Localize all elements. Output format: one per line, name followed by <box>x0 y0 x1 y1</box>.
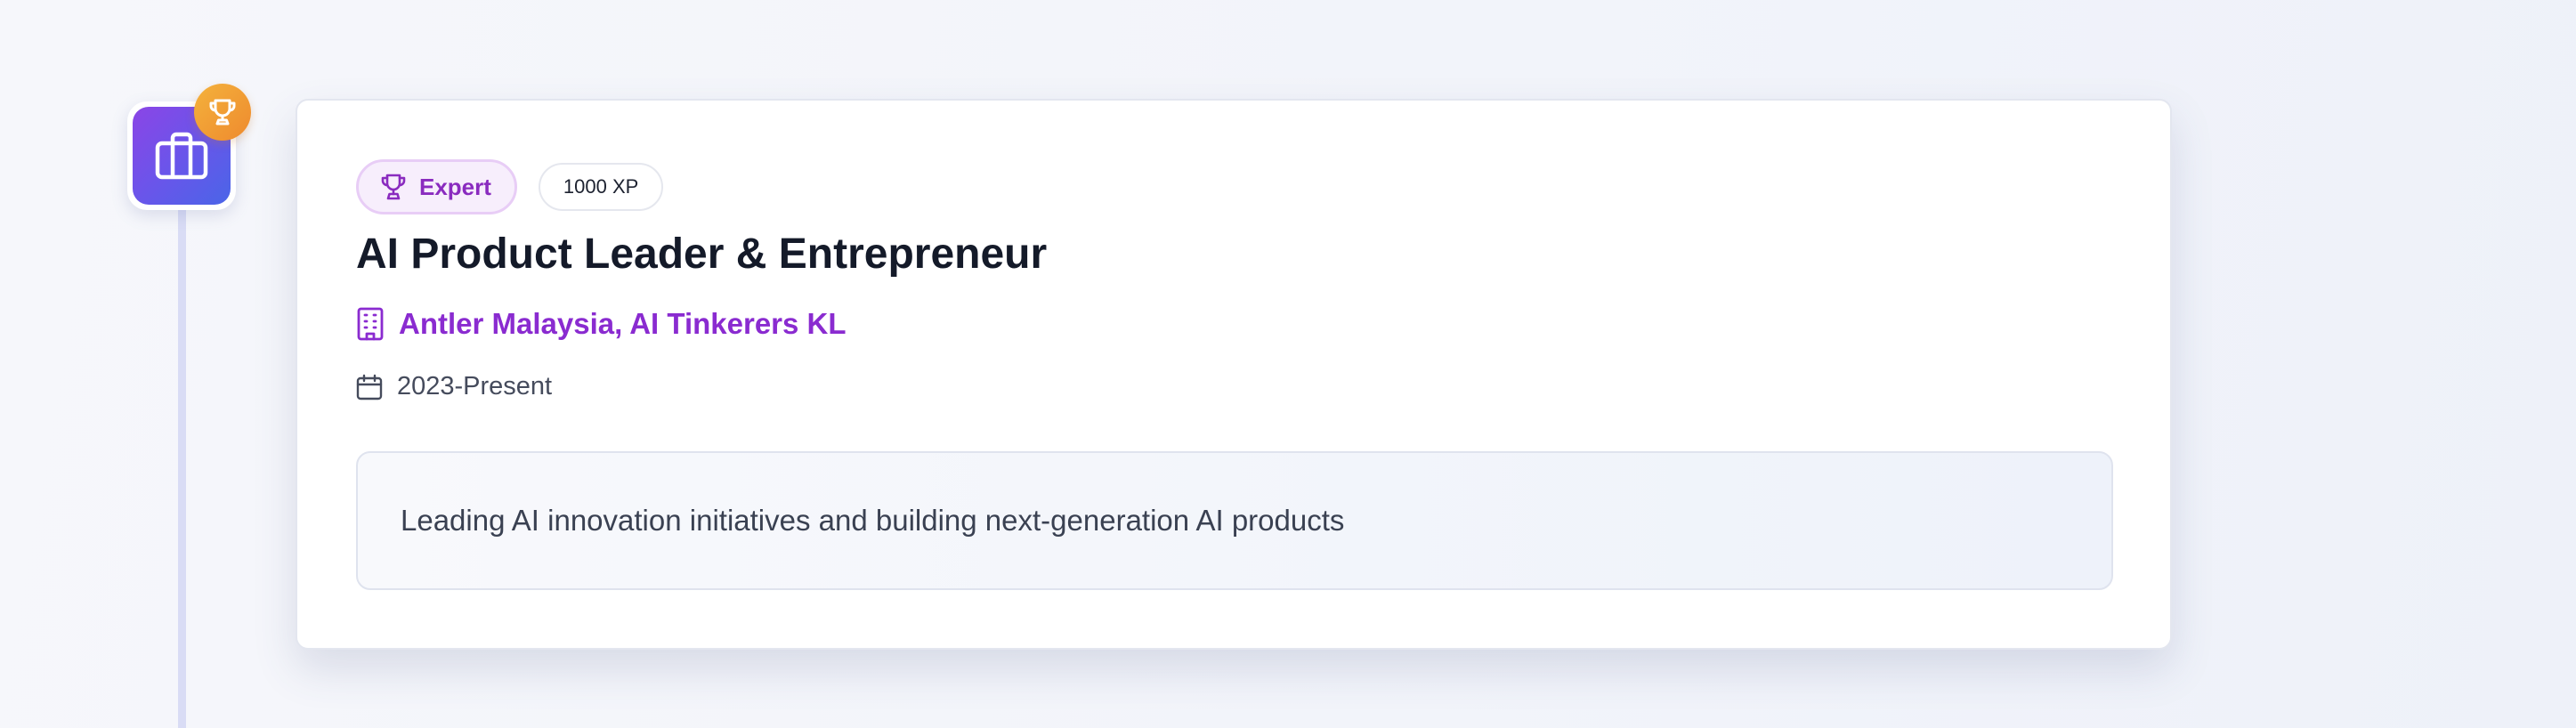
company-label: Antler Malaysia, AI Tinkerers KL <box>399 307 847 340</box>
level-tag: Expert <box>356 159 517 214</box>
building-icon <box>356 307 385 341</box>
briefcase-icon <box>155 132 208 180</box>
xp-tag-label: 1000 XP <box>563 175 639 198</box>
tag-row: Expert 1000 XP <box>356 159 664 214</box>
xp-tag: 1000 XP <box>538 163 664 211</box>
achievement-badge <box>194 84 251 141</box>
trophy-icon <box>380 173 407 201</box>
experience-card: Expert 1000 XP AI Product Leader & Entre… <box>296 99 2172 650</box>
level-tag-label: Expert <box>419 173 491 200</box>
role-title: AI Product Leader & Entrepreneur <box>356 231 1048 278</box>
company-row: Antler Malaysia, AI Tinkerers KL <box>356 307 847 341</box>
description-text: Leading AI innovation initiatives and bu… <box>401 504 1345 537</box>
date-range: 2023-Present <box>397 372 553 400</box>
calendar-icon <box>356 374 383 400</box>
trophy-icon <box>207 97 238 127</box>
timeline-line <box>178 178 186 728</box>
description-box: Leading AI innovation initiatives and bu… <box>356 451 2113 590</box>
date-row: 2023-Present <box>356 372 552 401</box>
